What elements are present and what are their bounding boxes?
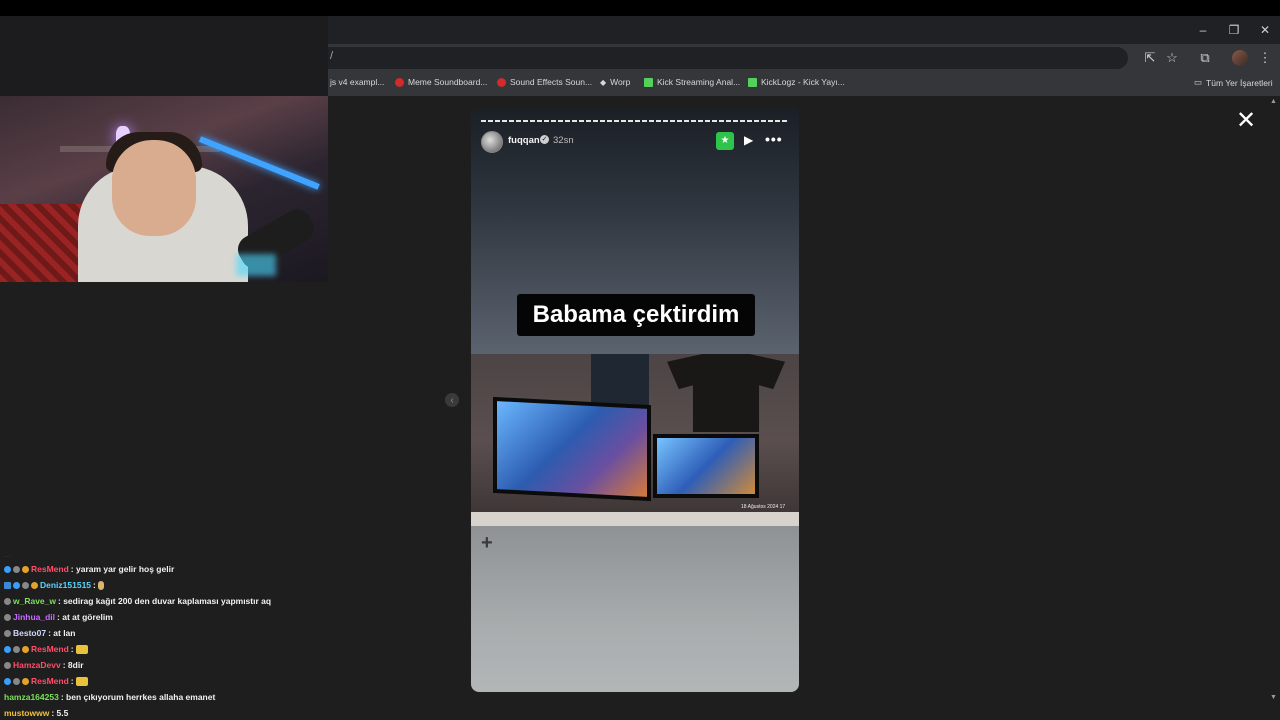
more-options-button[interactable]: ••• <box>765 131 783 147</box>
extensions-icon[interactable]: ⧉ <box>1196 49 1214 67</box>
chat-badge-icon <box>4 597 11 605</box>
chat-username[interactable]: w_Rave_w <box>13 596 56 606</box>
chat-badge-icon <box>4 613 11 621</box>
chat-text: : at at görelim <box>57 612 113 622</box>
chat-text: : <box>93 580 96 590</box>
scroll-down-arrow[interactable]: ▼ <box>1270 694 1277 701</box>
chat-text: : <box>70 644 74 654</box>
close-window-button[interactable]: ✕ <box>1250 16 1280 44</box>
chat-badge-icon <box>4 645 11 653</box>
chat-badge-icon <box>4 661 11 669</box>
chat-badge-icon <box>4 677 11 685</box>
chat-username[interactable]: ResMend <box>31 644 69 654</box>
chat-message: Besto07: at lan <box>4 628 75 638</box>
bookmark-item[interactable]: Kick Streaming Anal... <box>644 77 740 87</box>
add-icon[interactable]: + <box>481 532 493 555</box>
chat-badge-icon <box>13 565 20 573</box>
bookmark-item[interactable]: Sound Effects Soun... <box>497 77 592 87</box>
chat-text: : 5.5 <box>51 708 69 718</box>
chat-badge-icon <box>4 581 11 589</box>
diamond-icon: ◆ <box>600 77 607 87</box>
close-friends-star-icon: ★ <box>716 132 734 150</box>
chat-emote-icon <box>97 580 104 590</box>
chat-badge-icon <box>13 677 20 685</box>
chat-message: Deniz151515: <box>4 580 104 590</box>
chat-message: ResMend: yaram yar gelir hoş gelir <box>4 564 174 574</box>
story-close-button[interactable]: ✕ <box>1236 109 1256 133</box>
chat-text: : 8dir <box>62 660 84 670</box>
chat-username[interactable]: HamzaDevv <box>13 660 61 670</box>
chat-text: : <box>70 676 74 686</box>
story-caption: Babama çektirdim <box>517 294 755 336</box>
chat-badge-icon <box>13 581 20 589</box>
chat-message: HamzaDevv: 8dir <box>4 660 84 670</box>
chat-badge-icon <box>31 581 38 589</box>
story-viewer: fuqqan ✓ 32sn ★ ▶ ••• Babama çektirdim 1… <box>471 108 799 692</box>
bookmark-item[interactable]: js v4 exampl... <box>330 77 384 87</box>
chat-badge-icon <box>22 645 29 653</box>
address-text: / <box>330 50 334 62</box>
chat-message: ResMend: <box>4 676 88 686</box>
folder-icon: ▭ <box>1194 77 1203 87</box>
chat-badge-icon <box>22 677 29 685</box>
top-black-strip <box>0 0 1280 16</box>
chat-username[interactable]: hamza164253 <box>4 692 59 702</box>
install-app-icon[interactable]: ⇱ <box>1141 49 1159 67</box>
chat-username[interactable]: ResMend <box>31 564 69 574</box>
chat-message: mustowww: 5.5 <box>4 708 68 718</box>
chat-username[interactable]: Deniz151515 <box>40 580 91 590</box>
scroll-up-arrow[interactable]: ▲ <box>1270 98 1277 105</box>
kick-icon <box>748 77 757 87</box>
address-bar[interactable] <box>328 47 1128 69</box>
chat-emote-icon <box>75 676 88 686</box>
chat-username[interactable]: mustowww <box>4 708 49 718</box>
red-icon <box>395 77 404 87</box>
restore-button[interactable]: ❐ <box>1219 16 1249 44</box>
webcam-overlay <box>0 96 328 282</box>
story-time: 32sn <box>553 135 574 146</box>
story-bottom-area: + <box>471 526 799 692</box>
play-button[interactable]: ▶ <box>744 133 753 147</box>
chat-message: hamza164253: ben çıkıyorum herrkes allah… <box>4 692 215 702</box>
photo-date-stamp: 18 Ağustos 2024 17 <box>741 504 786 510</box>
chat-badge-icon <box>13 645 20 653</box>
bookmark-star-icon[interactable]: ☆ <box>1163 49 1181 67</box>
chat-badge-icon <box>4 565 11 573</box>
browser-title-bar <box>328 16 1280 44</box>
chat-message: w_Rave_w: sedirag kağıt 200 den duvar ka… <box>4 596 271 606</box>
chat-text: : ben çıkıyorum herrkes allaha emanet <box>60 692 216 702</box>
story-user-avatar[interactable] <box>481 131 503 153</box>
minimize-button[interactable]: – <box>1188 16 1218 44</box>
chart-icon <box>644 77 653 87</box>
story-username[interactable]: fuqqan <box>508 135 540 146</box>
story-prev-button[interactable]: ‹ <box>445 393 459 407</box>
page-content: ▲ ▼ ‹ ✕ fuqqan ✓ 32sn ★ ▶ ••• Babama çek… <box>0 96 1280 720</box>
chat-badge-icon <box>4 629 11 637</box>
verified-icon: ✓ <box>540 135 549 144</box>
chat-faded-message: ... <box>4 550 11 559</box>
all-bookmarks-folder[interactable]: ▭ Tüm Yer İşaretleri <box>1194 77 1273 88</box>
chat-text: : sedirag kağıt 200 den duvar kaplaması … <box>58 596 272 606</box>
bookmark-item[interactable]: ◆ Worp <box>600 77 630 87</box>
stream-chat-overlay: ... ResMend: yaram yar gelir hoş gelir De… <box>0 546 328 720</box>
chat-text: : yaram yar gelir hoş gelir <box>70 564 175 574</box>
chat-message: Jinhua_dil: at at görelim <box>4 612 113 622</box>
menu-kebab-icon[interactable]: ⋮ <box>1256 49 1274 67</box>
chat-username[interactable]: Jinhua_dil <box>13 612 55 622</box>
chat-emote-icon <box>75 644 88 654</box>
chat-message: ResMend: <box>4 644 88 654</box>
bookmark-item[interactable]: KickLogz - Kick Yayı... <box>748 77 845 87</box>
chat-username[interactable]: Besto07 <box>13 628 46 638</box>
red-icon <box>497 77 506 87</box>
chat-badge-icon <box>22 565 29 573</box>
profile-avatar[interactable] <box>1232 50 1248 66</box>
story-progress-bar <box>481 120 787 122</box>
bookmark-item[interactable]: Meme Soundboard... <box>395 77 487 87</box>
story-photo: 18 Ağustos 2024 17 <box>471 354 799 526</box>
chat-badge-icon <box>22 581 29 589</box>
chat-text: : at lan <box>48 628 76 638</box>
chat-username[interactable]: ResMend <box>31 676 69 686</box>
